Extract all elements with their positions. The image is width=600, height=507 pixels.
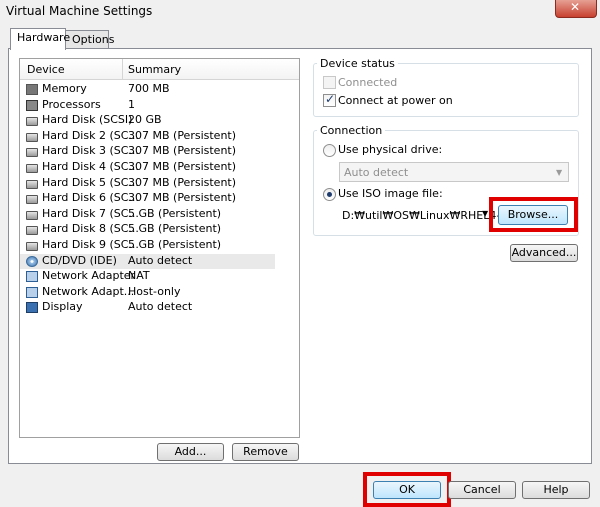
device-row[interactable]: CD/DVD (IDE) Auto detect — [20, 253, 275, 269]
device-name: Hard Disk 8 (SC... — [42, 222, 139, 236]
device-status-group — [313, 63, 579, 117]
memory-icon — [26, 84, 38, 95]
hard-disk-icon — [26, 195, 38, 205]
device-row[interactable]: Hard Disk 6 (SC... 307 MB (Persistent) — [20, 191, 275, 206]
device-row[interactable]: Hard Disk 8 (SC... 5 GB (Persistent) — [20, 222, 275, 237]
iso-path-dropdown-icon[interactable]: ▼ — [482, 209, 488, 218]
device-name: CD/DVD (IDE) — [42, 253, 117, 267]
processor-icon — [26, 99, 38, 111]
device-row[interactable]: Network Adapt... Host-only — [20, 285, 275, 300]
device-row[interactable]: Hard Disk 9 (SC... 5 GB (Persistent) — [20, 238, 275, 253]
device-row[interactable]: Network Adapter NAT — [20, 269, 275, 284]
device-row[interactable]: Hard Disk 3 (SC... 307 MB (Persistent) — [20, 144, 275, 159]
device-row[interactable]: Display Auto detect — [20, 300, 275, 315]
device-name: Hard Disk 3 (SC... — [42, 144, 139, 158]
connected-label: Connected — [338, 76, 398, 89]
column-header-device[interactable]: Device — [27, 63, 65, 76]
device-summary: 5 GB (Persistent) — [128, 222, 222, 236]
hard-disk-icon — [26, 242, 38, 251]
hard-disk-icon — [26, 117, 38, 127]
remove-button[interactable]: Remove — [232, 443, 299, 461]
cancel-button[interactable]: Cancel — [448, 481, 516, 499]
device-summary: 700 MB — [128, 82, 170, 95]
device-row[interactable]: Hard Disk 5 (SC... 307 MB (Persistent) — [20, 176, 275, 191]
device-summary: 5 GB (Persistent) — [128, 238, 222, 251]
device-status-title: Device status — [317, 57, 398, 70]
device-summary: 307 MB (Persistent) — [128, 175, 237, 189]
device-name: Hard Disk (SCSI) — [42, 113, 133, 127]
iso-path-field[interactable]: D:₩util₩OS₩Linux₩RHEL4- — [342, 209, 500, 222]
help-button[interactable]: Help — [522, 481, 590, 499]
connection-title: Connection — [317, 124, 386, 137]
device-summary: Auto detect — [128, 300, 193, 314]
device-summary: 307 MB (Persistent) — [128, 144, 237, 158]
device-summary: 307 MB (Persistent) — [128, 191, 237, 205]
physical-drive-dropdown[interactable]: Auto detect ▼ — [339, 162, 569, 182]
hard-disk-icon — [26, 210, 38, 220]
hard-disk-icon — [26, 226, 38, 236]
use-physical-drive-radio[interactable] — [323, 144, 336, 157]
hard-disk-icon — [26, 164, 38, 173]
connected-checkbox[interactable] — [323, 76, 336, 89]
cd-dvd-icon — [26, 255, 38, 267]
device-row[interactable]: Hard Disk (SCSI) 20 GB — [20, 113, 275, 128]
device-name: Display — [42, 300, 83, 314]
tab-hardware[interactable]: Hardware — [10, 28, 70, 50]
column-header-summary[interactable]: Summary — [128, 63, 181, 76]
device-name: Hard Disk 2 (SC... — [42, 128, 139, 142]
device-row[interactable]: Hard Disk 7 (SC... 5 GB (Persistent) — [20, 207, 275, 222]
close-button[interactable] — [555, 0, 597, 18]
browse-button[interactable]: Browse... — [498, 205, 568, 225]
device-name: Hard Disk 9 (SC... — [42, 238, 139, 251]
device-name: Hard Disk 5 (SC... — [42, 175, 139, 189]
device-summary: Auto detect — [128, 253, 193, 267]
tab-hardware-label: Hardware — [17, 31, 71, 44]
display-icon — [26, 302, 38, 314]
device-name: Processors — [42, 97, 101, 111]
device-summary: NAT — [128, 269, 150, 283]
chevron-down-icon: ▼ — [556, 168, 563, 177]
add-button[interactable]: Add... — [157, 443, 224, 461]
device-name: Memory — [42, 82, 87, 95]
ok-button[interactable]: OK — [373, 481, 441, 499]
connect-at-power-on-label: Connect at power on — [338, 94, 453, 107]
tab-options-label: Options — [72, 33, 115, 46]
hard-disk-icon — [26, 132, 38, 142]
hard-disk-icon — [26, 179, 38, 189]
window-title: Virtual Machine Settings — [6, 4, 153, 18]
use-physical-drive-label: Use physical drive: — [338, 143, 443, 156]
device-summary: Host-only — [128, 284, 181, 298]
device-name: Hard Disk 4 (SC... — [42, 160, 139, 173]
device-name: Network Adapter — [42, 269, 136, 283]
device-name: Hard Disk 7 (SC... — [42, 206, 139, 220]
use-iso-image-radio[interactable] — [323, 188, 336, 201]
device-summary: 20 GB — [128, 113, 162, 127]
header-separator — [122, 59, 123, 79]
device-name: Network Adapt... — [42, 284, 135, 298]
device-summary: 307 MB (Persistent) — [128, 128, 237, 142]
advanced-button[interactable]: Advanced... — [510, 244, 578, 262]
physical-drive-value: Auto detect — [344, 166, 409, 179]
device-row[interactable]: Processors 1 — [20, 98, 275, 113]
device-summary: 5 GB (Persistent) — [128, 206, 222, 220]
device-name: Hard Disk 6 (SC... — [42, 191, 139, 205]
use-iso-image-label: Use ISO image file: — [338, 187, 443, 200]
device-summary: 307 MB (Persistent) — [128, 160, 237, 173]
network-adapter-icon — [26, 271, 38, 283]
device-summary: 1 — [128, 97, 135, 111]
connect-at-power-on-checkbox[interactable] — [323, 92, 336, 107]
tab-options[interactable]: Options — [65, 30, 114, 48]
network-adapter-icon — [26, 286, 38, 298]
device-row[interactable]: Hard Disk 4 (SC... 307 MB (Persistent) — [20, 160, 275, 175]
device-row[interactable]: Memory 700 MB — [20, 82, 275, 97]
hard-disk-icon — [26, 148, 38, 158]
device-row[interactable]: Hard Disk 2 (SC... 307 MB (Persistent) — [20, 129, 275, 144]
